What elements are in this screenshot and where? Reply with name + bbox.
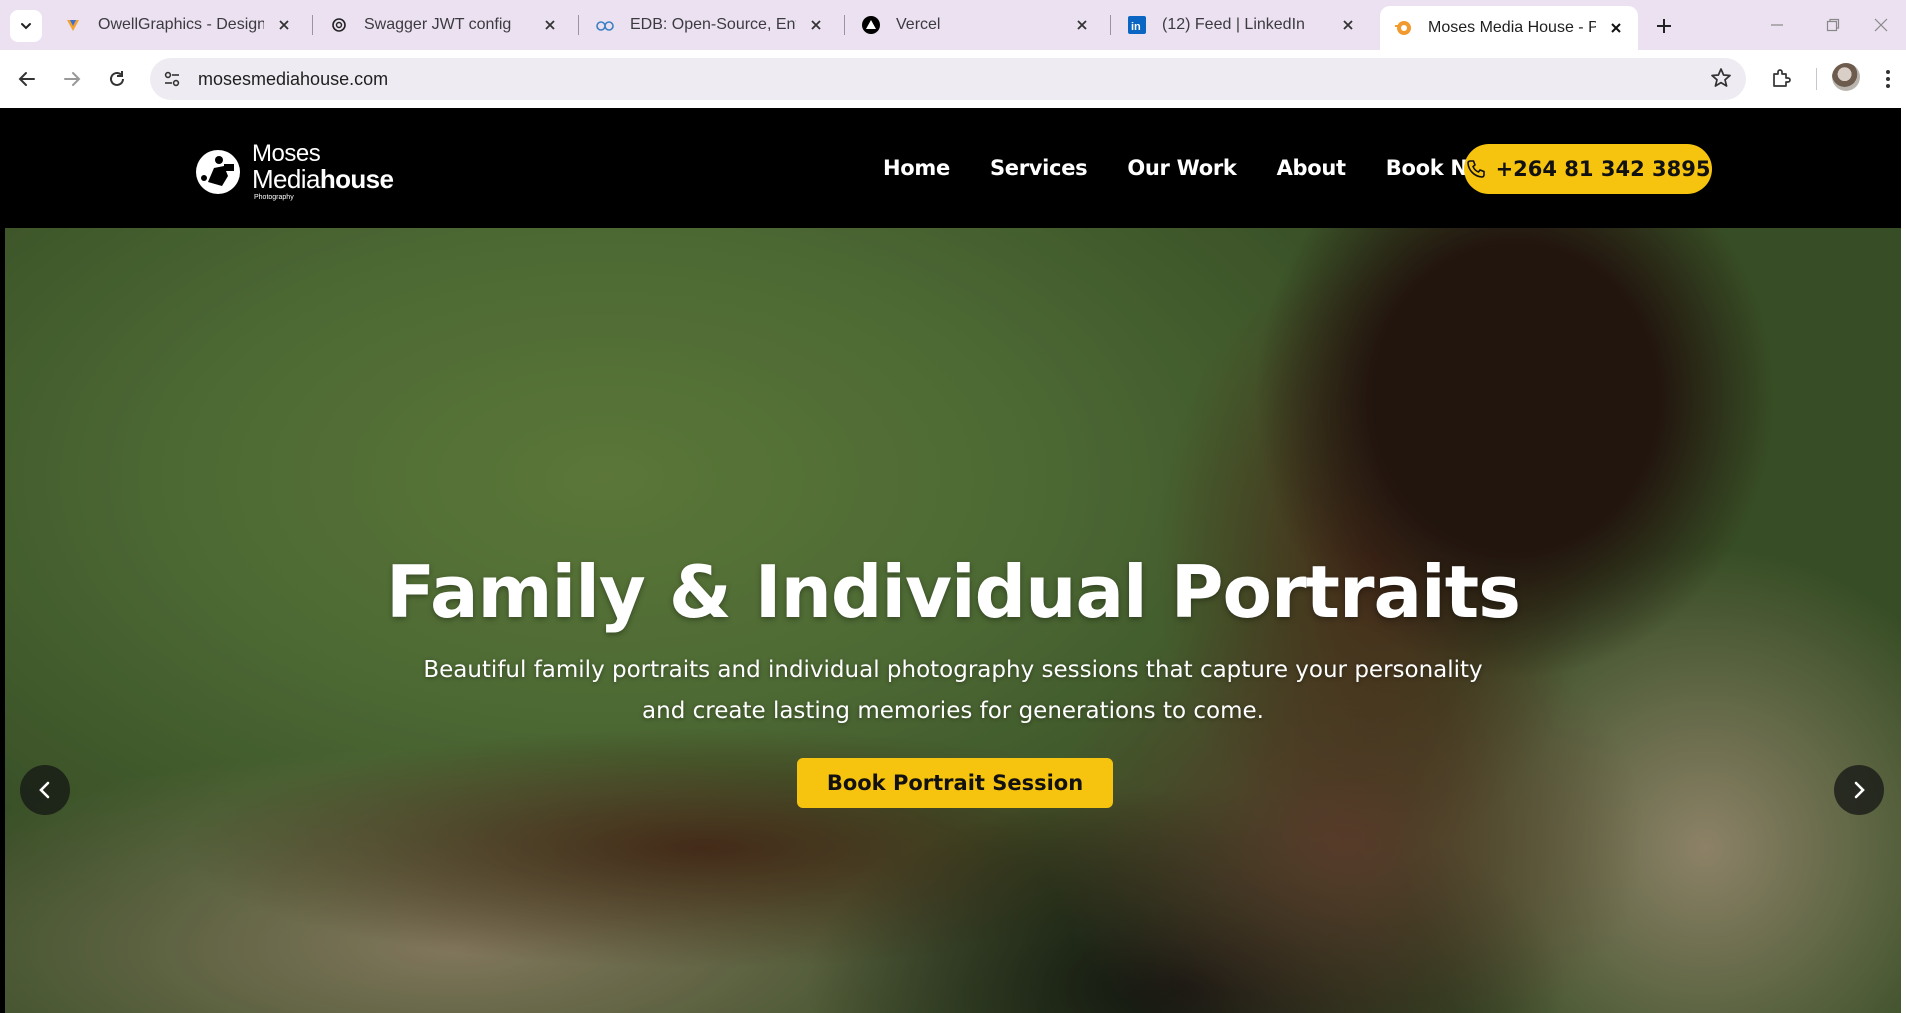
hero-subtitle: Beautiful family portraits and individua… — [403, 650, 1503, 732]
minimize-icon — [1771, 24, 1783, 26]
minimize-button[interactable] — [1762, 10, 1792, 40]
reload-button[interactable] — [100, 62, 134, 96]
logo-line-mediahouse: Mediahouse — [252, 164, 394, 194]
arrow-right-icon — [64, 72, 81, 86]
new-tab-button[interactable] — [1650, 12, 1678, 40]
site-header: Moses Mediahouse Photography Home Servic… — [0, 108, 1906, 228]
tab-title: (12) Feed | LinkedIn — [1162, 16, 1305, 33]
tab-title: Vercel — [896, 16, 941, 33]
back-button[interactable] — [10, 62, 44, 96]
browser-tab[interactable]: in (12) Feed | LinkedIn — [1114, 6, 1370, 44]
nav-about[interactable]: About — [1277, 156, 1347, 180]
arrow-left-icon — [18, 72, 35, 86]
tab-search-button[interactable] — [10, 10, 42, 42]
site-info-icon[interactable] — [154, 61, 190, 97]
extensions-button[interactable] — [1764, 62, 1798, 96]
page-scrollbar[interactable] — [1901, 108, 1906, 1013]
phone-call-button[interactable]: +264 81 342 3895 — [1464, 144, 1712, 194]
bookmark-star-icon[interactable] — [1710, 67, 1732, 94]
tab-title: Moses Media House - Prof — [1428, 19, 1596, 36]
close-icon[interactable] — [540, 15, 560, 35]
phone-number: +264 81 342 3895 — [1495, 157, 1711, 181]
close-icon[interactable] — [1338, 15, 1358, 35]
hero-title: Family & Individual Portraits — [385, 550, 1521, 634]
tab-title: OwellGraphics - Design So — [98, 16, 264, 33]
chevron-left-icon — [39, 781, 50, 799]
browser-menu-button[interactable] — [1878, 62, 1898, 96]
browser-tab-strip: OwellGraphics - Design So Swagger JWT co… — [0, 0, 1906, 50]
edb-favicon-icon — [596, 16, 614, 34]
logo-tagline: Photography — [254, 194, 294, 201]
tab-divider — [312, 15, 313, 35]
tab-divider — [1110, 15, 1111, 35]
browser-tab[interactable]: OwellGraphics - Design So — [50, 6, 306, 44]
close-icon[interactable] — [1606, 18, 1626, 38]
tab-title: EDB: Open-Source, Enterpr — [630, 16, 796, 33]
book-portrait-session-button[interactable]: Book Portrait Session — [797, 758, 1113, 808]
phone-icon — [1466, 159, 1486, 179]
nav-our-work[interactable]: Our Work — [1127, 156, 1237, 180]
restore-button[interactable] — [1818, 10, 1848, 40]
close-window-button[interactable] — [1866, 10, 1896, 40]
hero-subtitle-line-2: and create lasting memories for generati… — [642, 698, 1264, 724]
nav-services[interactable]: Services — [990, 156, 1088, 180]
logo-wordmark: Moses Mediahouse Photography — [252, 140, 394, 202]
tab-title: Swagger JWT config — [364, 16, 512, 33]
tab-divider — [578, 15, 579, 35]
browser-tab-active[interactable]: Moses Media House - Prof — [1380, 6, 1638, 50]
carousel-prev-button[interactable] — [20, 765, 70, 815]
address-bar[interactable]: mosesmediahouse.com — [150, 58, 1746, 100]
close-icon[interactable] — [806, 15, 826, 35]
chatgpt-favicon-icon — [330, 16, 348, 34]
close-icon[interactable] — [1072, 15, 1092, 35]
reload-icon — [110, 71, 124, 86]
browser-toolbar: mosesmediahouse.com — [0, 50, 1906, 108]
site-logo[interactable]: Moses Mediahouse Photography — [194, 140, 394, 202]
toolbar-divider — [1816, 68, 1817, 90]
logo-line-moses: Moses — [252, 140, 321, 167]
hero-slide: Family & Individual Portraits Beautiful … — [5, 228, 1901, 1013]
logo-house: house — [319, 164, 394, 194]
forward-button[interactable] — [55, 62, 89, 96]
browser-tab[interactable]: Vercel — [848, 6, 1104, 44]
camera-man-logo-icon — [196, 149, 240, 194]
restore-icon — [1826, 18, 1840, 32]
owell-favicon-icon — [64, 16, 82, 34]
close-icon[interactable] — [274, 15, 294, 35]
website-viewport: Moses Mediahouse Photography Home Servic… — [0, 108, 1906, 1013]
hero-carousel: Family & Individual Portraits Beautiful … — [5, 228, 1901, 1013]
puzzle-icon — [1773, 69, 1791, 87]
browser-tab[interactable]: Swagger JWT config — [316, 6, 572, 44]
svg-text:in: in — [1131, 21, 1141, 33]
more-vertical-icon — [1886, 70, 1890, 88]
tab-divider — [844, 15, 845, 35]
linkedin-favicon-icon: in — [1128, 16, 1146, 34]
url-text: mosesmediahouse.com — [198, 68, 389, 89]
vercel-favicon-icon — [862, 16, 880, 34]
main-navigation: Home Services Our Work About Book Now — [883, 156, 1501, 180]
profile-avatar[interactable] — [1832, 63, 1860, 91]
hero-subtitle-line-1: Beautiful family portraits and individua… — [423, 657, 1483, 683]
close-icon — [1874, 18, 1888, 32]
chevron-down-icon — [21, 23, 31, 30]
carousel-next-button[interactable] — [1834, 765, 1884, 815]
plus-icon — [1657, 19, 1671, 33]
browser-tab[interactable]: EDB: Open-Source, Enterpr — [582, 6, 838, 44]
moses-favicon-icon — [1394, 19, 1412, 37]
chevron-right-icon — [1854, 781, 1865, 799]
logo-media: Media — [252, 164, 320, 194]
nav-home[interactable]: Home — [883, 156, 950, 180]
